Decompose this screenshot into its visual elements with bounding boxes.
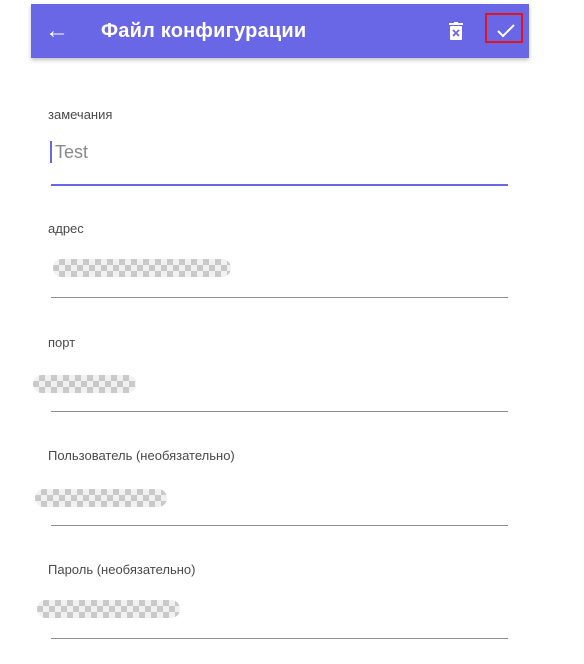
back-button[interactable]: ← [41,15,73,47]
password-underline [51,638,508,639]
port-redacted-value [33,375,136,393]
password-redacted-value [37,600,180,618]
trash-icon [449,22,463,40]
address-redacted-value [53,259,231,277]
password-label: Пароль (необязательно) [48,562,196,577]
port-underline [51,411,508,412]
delete-button[interactable] [442,17,470,45]
address-underline [51,297,508,298]
username-label: Пользователь (необязательно) [48,448,235,463]
port-input[interactable] [33,365,507,405]
text-caret [50,141,52,163]
app-bar: ← Файл конфигурации [31,4,529,58]
highlight-box [485,13,523,43]
username-input[interactable] [35,480,507,520]
password-input[interactable] [37,592,507,632]
username-redacted-value [35,489,167,507]
remarks-label: замечания [48,107,113,122]
address-input[interactable] [51,251,507,291]
confirm-button[interactable] [485,13,525,46]
remarks-underline [51,184,508,186]
address-label: адрес [48,221,84,236]
username-underline [51,525,508,526]
remarks-input[interactable] [51,139,511,165]
page-title: Файл конфигурации [101,19,307,42]
port-label: порт [48,335,76,350]
arrow-left-icon: ← [45,17,69,44]
